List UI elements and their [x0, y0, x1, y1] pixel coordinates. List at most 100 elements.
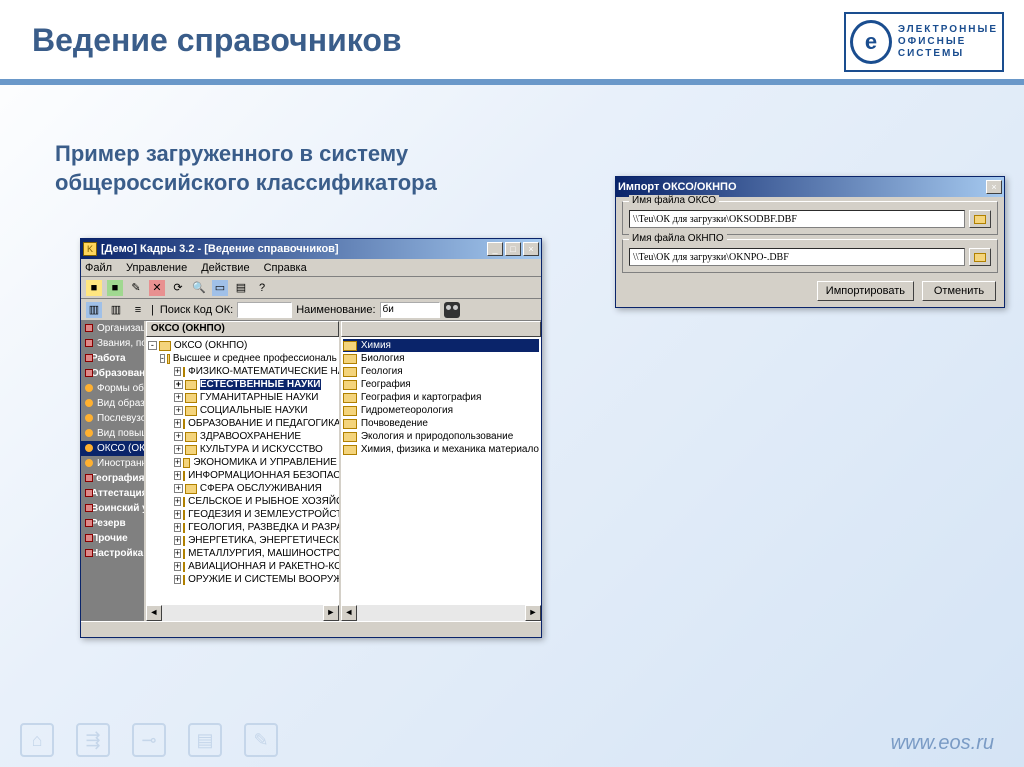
- okso-browse-button[interactable]: [969, 210, 991, 228]
- search-name-input[interactable]: [380, 302, 440, 318]
- dialog-close-button[interactable]: ×: [986, 180, 1002, 194]
- nav-item[interactable]: Вид повышения квалифи: [81, 426, 144, 441]
- toolbar-btn-5[interactable]: ⟳: [169, 279, 187, 297]
- toolbar-btn-4[interactable]: ✕: [148, 279, 166, 297]
- scroll-left-icon[interactable]: ◄: [341, 605, 357, 621]
- tree-row[interactable]: -Высшее и среднее профессиональ: [148, 352, 337, 365]
- oknpo-browse-button[interactable]: [969, 248, 991, 266]
- nav-item[interactable]: Резерв: [81, 516, 144, 531]
- tree-row[interactable]: -ОКСО (ОКНПО): [148, 339, 337, 352]
- nav-item[interactable]: Образование, обучение: [81, 366, 144, 381]
- minimize-button[interactable]: _: [487, 242, 503, 256]
- list-item[interactable]: Химия, физика и механика материало: [343, 443, 539, 456]
- toolbar-btn-1[interactable]: ■: [85, 279, 103, 297]
- tree-hscroll[interactable]: ◄ ►: [146, 605, 339, 621]
- tree-row[interactable]: +МЕТАЛЛУРГИЯ, МАШИНОСТРОЕ: [148, 547, 337, 560]
- nav-item[interactable]: Настройка системы: [81, 546, 144, 561]
- tree-row[interactable]: +ФИЗИКО-МАТЕМАТИЧЕСКИЕ НАУ: [148, 365, 337, 378]
- expand-icon[interactable]: +: [174, 510, 181, 519]
- list-item[interactable]: Биология: [343, 352, 539, 365]
- expand-icon[interactable]: +: [174, 393, 183, 402]
- scroll-right-icon[interactable]: ►: [525, 605, 541, 621]
- nav-item[interactable]: Вид образования: [81, 396, 144, 411]
- tree-row[interactable]: +АВИАЦИОННАЯ И РАКЕТНО-КОС: [148, 560, 337, 573]
- expand-icon[interactable]: +: [174, 562, 181, 571]
- list-item[interactable]: География и картография: [343, 391, 539, 404]
- menu-help[interactable]: Справка: [264, 262, 307, 274]
- tree[interactable]: -ОКСО (ОКНПО)-Высшее и среднее профессио…: [146, 337, 339, 605]
- nav-item[interactable]: Звания, поощрения, взыска: [81, 336, 144, 351]
- tree-row[interactable]: +СЕЛЬСКОЕ И РЫБНОЕ ХОЗЯЙСТ: [148, 495, 337, 508]
- tree-row[interactable]: +СОЦИАЛЬНЫЕ НАУКИ: [148, 404, 337, 417]
- expand-icon[interactable]: +: [174, 549, 181, 558]
- nav-item[interactable]: Воинский учет: [81, 501, 144, 516]
- list[interactable]: ХимияБиологияГеологияГеографияГеография …: [341, 337, 541, 605]
- toolbar-btn-3[interactable]: ✎: [127, 279, 145, 297]
- expand-icon[interactable]: +: [174, 367, 181, 376]
- list-item[interactable]: География: [343, 378, 539, 391]
- okso-path-input[interactable]: [629, 210, 965, 228]
- expand-icon[interactable]: +: [174, 523, 181, 532]
- toolbar-btn-search[interactable]: 🔍: [190, 279, 208, 297]
- expand-icon[interactable]: +: [174, 536, 181, 545]
- list-item[interactable]: Химия: [343, 339, 539, 352]
- tree-row[interactable]: +ЭКОНОМИКА И УПРАВЛЕНИЕ: [148, 456, 337, 469]
- list-item[interactable]: Почвоведение: [343, 417, 539, 430]
- toolbar-btn-7[interactable]: ▭: [211, 279, 229, 297]
- expand-icon[interactable]: +: [174, 471, 181, 480]
- main-titlebar[interactable]: K [Демо] Кадры 3.2 - [Ведение справочник…: [81, 239, 541, 259]
- dialog-titlebar[interactable]: Импорт ОКСО/ОКНПО ×: [616, 177, 1004, 197]
- list-item[interactable]: Экология и природопользование: [343, 430, 539, 443]
- nav-item[interactable]: География, командировки: [81, 471, 144, 486]
- nav-item[interactable]: ОКСО (ОКНПО): [81, 441, 144, 456]
- tree-row[interactable]: +ЕСТЕСТВЕННЫЕ НАУКИ: [148, 378, 337, 391]
- collapse-icon[interactable]: -: [148, 341, 157, 350]
- collapse-icon[interactable]: -: [160, 354, 165, 363]
- oknpo-path-input[interactable]: [629, 248, 965, 266]
- list-item[interactable]: Гидрометеорология: [343, 404, 539, 417]
- menu-manage[interactable]: Управление: [126, 262, 187, 274]
- toolbar-btn-9[interactable]: ?: [253, 279, 271, 297]
- tree-row[interactable]: +ЭНЕРГЕТИКА, ЭНЕРГЕТИЧЕСКО: [148, 534, 337, 547]
- toolbar-btn-8[interactable]: ▤: [232, 279, 250, 297]
- nav-item[interactable]: Аттестация: [81, 486, 144, 501]
- binoculars-icon[interactable]: [444, 302, 460, 318]
- import-button[interactable]: Импортировать: [817, 281, 914, 301]
- toolbar2-btn-1[interactable]: ▥: [85, 301, 103, 319]
- tree-row[interactable]: +ЗДРАВООХРАНЕНИЕ: [148, 430, 337, 443]
- expand-icon[interactable]: +: [174, 380, 183, 389]
- tree-row[interactable]: +ГУМАНИТАРНЫЕ НАУКИ: [148, 391, 337, 404]
- menu-action[interactable]: Действие: [201, 262, 249, 274]
- tree-row[interactable]: +ГЕОДЕЗИЯ И ЗЕМЛЕУСТРОЙСТВ: [148, 508, 337, 521]
- cancel-button[interactable]: Отменить: [922, 281, 996, 301]
- tree-row[interactable]: +ИНФОРМАЦИОННАЯ БЕЗОПАСН: [148, 469, 337, 482]
- expand-icon[interactable]: +: [174, 419, 181, 428]
- toolbar-btn-2[interactable]: ■: [106, 279, 124, 297]
- tree-row[interactable]: +СФЕРА ОБСЛУЖИВАНИЯ: [148, 482, 337, 495]
- nav-item[interactable]: Иностранные языки: [81, 456, 144, 471]
- scroll-left-icon[interactable]: ◄: [146, 605, 162, 621]
- list-item[interactable]: Геология: [343, 365, 539, 378]
- nav-item[interactable]: Организации, должности: [81, 321, 144, 336]
- menu-file[interactable]: Файл: [85, 262, 112, 274]
- tree-row[interactable]: +ОБРАЗОВАНИЕ И ПЕДАГОГИКА: [148, 417, 337, 430]
- expand-icon[interactable]: +: [174, 432, 183, 441]
- close-button[interactable]: ×: [523, 242, 539, 256]
- expand-icon[interactable]: +: [174, 497, 181, 506]
- tree-row[interactable]: +ГЕОЛОГИЯ, РАЗВЕДКА И РАЗРА: [148, 521, 337, 534]
- expand-icon[interactable]: +: [174, 458, 181, 467]
- tree-row[interactable]: +КУЛЬТУРА И ИСКУССТВО: [148, 443, 337, 456]
- expand-icon[interactable]: +: [174, 484, 183, 493]
- tree-row[interactable]: +ОРУЖИЕ И СИСТЕМЫ ВООРУЖЕ: [148, 573, 337, 586]
- toolbar2-btn-2[interactable]: ▥: [107, 301, 125, 319]
- search-code-input[interactable]: [237, 302, 292, 318]
- scroll-right-icon[interactable]: ►: [323, 605, 339, 621]
- toolbar2-btn-3[interactable]: ≡: [129, 301, 147, 319]
- nav-item[interactable]: Формы обучения: [81, 381, 144, 396]
- nav-item[interactable]: Послевузовское образо: [81, 411, 144, 426]
- nav-item[interactable]: Работа: [81, 351, 144, 366]
- expand-icon[interactable]: +: [174, 575, 181, 584]
- expand-icon[interactable]: +: [174, 445, 183, 454]
- expand-icon[interactable]: +: [174, 406, 183, 415]
- list-hscroll[interactable]: ◄ ►: [341, 605, 541, 621]
